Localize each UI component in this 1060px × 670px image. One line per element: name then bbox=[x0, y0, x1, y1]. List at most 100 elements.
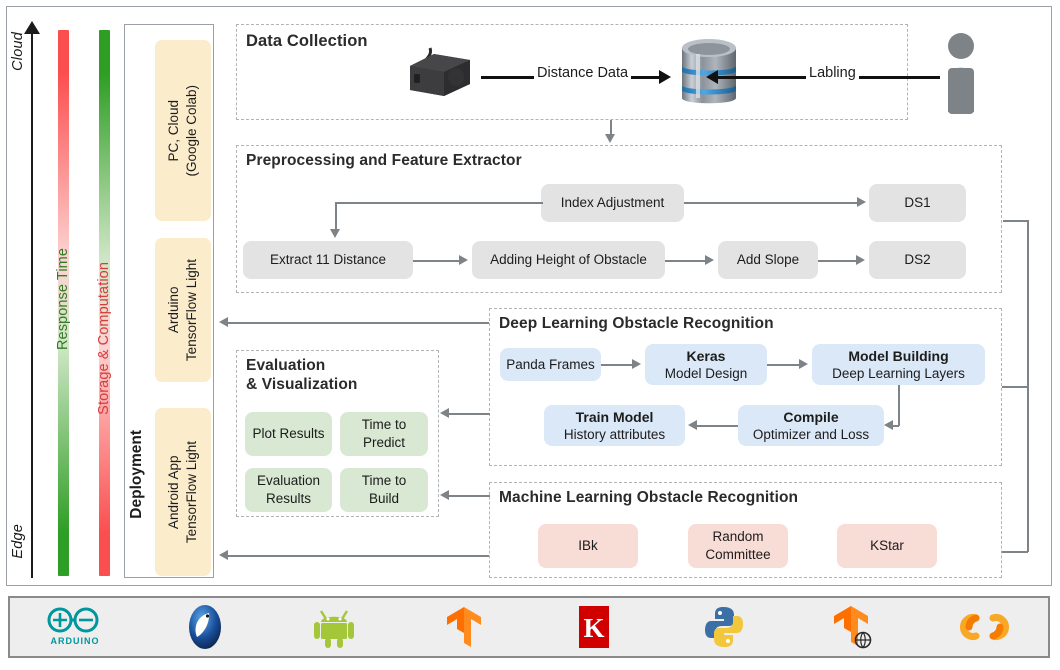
arrow-dl-to-deployment-line bbox=[228, 322, 489, 324]
logo-cell-tensorflow-lite bbox=[789, 598, 919, 656]
storage-computation-label: Storage & Computation bbox=[96, 262, 112, 415]
logo-cell-weka bbox=[140, 598, 270, 656]
deployment-box-android-app[interactable]: Android App TensorFlow Light bbox=[155, 408, 211, 576]
node-ibk[interactable]: IBk bbox=[538, 524, 638, 568]
response-time-label: Response Time bbox=[55, 248, 71, 351]
arrow-slope-to-ds2-head-icon bbox=[856, 255, 865, 265]
node-label: Panda Frames bbox=[506, 356, 595, 372]
node-subtitle: Optimizer and Loss bbox=[752, 426, 870, 442]
arrow-keras-to-model-head-icon bbox=[799, 359, 808, 369]
arrow-height-to-slope-line bbox=[665, 260, 707, 262]
node-add-slope[interactable]: Add Slope bbox=[718, 241, 818, 279]
node-label: Random Committee bbox=[705, 529, 771, 562]
node-train-model[interactable]: Train Model History attributes bbox=[544, 405, 685, 446]
node-extract-11-distance[interactable]: Extract 11 Distance bbox=[243, 241, 413, 279]
arrow-index-to-ds1-line bbox=[684, 202, 859, 204]
node-label: DS1 bbox=[904, 195, 931, 211]
node-label: Extract 11 Distance bbox=[269, 252, 387, 268]
keras-logo-icon: K bbox=[578, 606, 609, 648]
axis-label-edge: Edge bbox=[10, 524, 26, 559]
arrow-data-to-pre-head-icon bbox=[605, 134, 615, 143]
arrow-dl-to-eval-line bbox=[448, 413, 490, 415]
node-label: Index Adjustment bbox=[560, 195, 665, 211]
arrow-ml-to-deployment-head-icon bbox=[219, 550, 228, 560]
arrow-height-to-slope-head-icon bbox=[705, 255, 714, 265]
node-label: DS2 bbox=[904, 252, 931, 268]
arrow-compile-to-train-line bbox=[696, 425, 738, 427]
distance-sensor-icon bbox=[410, 47, 470, 96]
node-plot-results[interactable]: Plot Results bbox=[245, 412, 332, 456]
arrow-model-to-compile-v-line bbox=[898, 385, 900, 426]
bus-branch-ml-line bbox=[998, 551, 1028, 553]
node-label: Time to Predict bbox=[361, 417, 407, 450]
node-panda-frames[interactable]: Panda Frames bbox=[500, 348, 601, 381]
bus-top-line bbox=[1003, 220, 1029, 222]
arrow-extract-to-height-line bbox=[413, 260, 461, 262]
arrow-panda-to-keras-line bbox=[601, 364, 634, 366]
tensorflow-lite-logo-icon bbox=[834, 606, 872, 649]
logo-cell-keras: K bbox=[529, 598, 659, 656]
node-label: Time to Build bbox=[361, 473, 407, 506]
node-label: Evaluation Results bbox=[256, 473, 321, 506]
logo-cell-python bbox=[659, 598, 789, 656]
node-subtitle: Model Design bbox=[664, 365, 748, 381]
arduino-logo-icon: ARDUINO bbox=[47, 607, 99, 646]
tensorflow-logo-icon bbox=[447, 607, 482, 647]
deployment-box-label: PC, Cloud (Google Colab) bbox=[165, 84, 199, 177]
arrow-model-to-compile-h-line bbox=[892, 425, 899, 427]
arrow-keras-to-model-line bbox=[767, 364, 801, 366]
node-title: Keras bbox=[686, 347, 726, 364]
arrow-ml-to-eval-head-icon bbox=[440, 490, 449, 500]
svg-text:K: K bbox=[583, 613, 604, 643]
arrow-label-labling: Labling bbox=[806, 65, 859, 81]
node-label: Adding Height of Obstacle bbox=[490, 252, 647, 268]
node-time-to-build[interactable]: Time to Build bbox=[340, 468, 428, 512]
node-subtitle: History attributes bbox=[563, 426, 666, 442]
section-title-deep-learning: Deep Learning Obstacle Recognition bbox=[499, 315, 774, 332]
weka-logo-icon bbox=[188, 605, 221, 649]
arrow-label-distance-data: Distance Data bbox=[534, 65, 632, 81]
node-compile[interactable]: Compile Optimizer and Loss bbox=[738, 405, 884, 446]
deployment-box-pc-cloud[interactable]: PC, Cloud (Google Colab) bbox=[155, 40, 211, 221]
node-title: Compile bbox=[783, 408, 839, 425]
node-label: KStar bbox=[870, 538, 904, 554]
arrow-index-branch-head-icon bbox=[330, 229, 340, 238]
node-time-to-predict[interactable]: Time to Predict bbox=[340, 412, 428, 456]
section-title-evaluation: Evaluation & Visualization bbox=[246, 357, 358, 394]
deployment-title: Deployment bbox=[128, 430, 145, 519]
node-ds1[interactable]: DS1 bbox=[869, 184, 966, 222]
node-adding-height-of-obstacle[interactable]: Adding Height of Obstacle bbox=[472, 241, 665, 279]
node-kstar[interactable]: KStar bbox=[837, 524, 937, 568]
technology-logo-bar: ARDUINO K bbox=[8, 596, 1050, 658]
node-index-adjustment[interactable]: Index Adjustment bbox=[541, 184, 684, 222]
arrow-dl-to-eval-head-icon bbox=[440, 408, 449, 418]
node-label: Plot Results bbox=[252, 426, 325, 442]
node-label: IBk bbox=[578, 538, 598, 554]
arrow-index-branch-v-line bbox=[335, 202, 337, 230]
node-keras[interactable]: Keras Model Design bbox=[645, 344, 767, 385]
node-random-committee[interactable]: Random Committee bbox=[688, 524, 788, 568]
arrow-ml-to-eval-line bbox=[448, 495, 490, 497]
node-model-building[interactable]: Model Building Deep Learning Layers bbox=[812, 344, 985, 385]
arrow-index-to-ds1-head-icon bbox=[857, 197, 866, 207]
node-evaluation-results[interactable]: Evaluation Results bbox=[245, 468, 332, 512]
diagram-root: Cloud Edge Response Time Storage & Compu… bbox=[0, 0, 1060, 670]
deployment-box-label: Android App TensorFlow Light bbox=[165, 440, 199, 544]
arrow-person-to-db-head-icon bbox=[706, 70, 718, 84]
node-subtitle: Deep Learning Layers bbox=[832, 365, 965, 381]
node-ds2[interactable]: DS2 bbox=[869, 241, 966, 279]
section-title-data-collection: Data Collection bbox=[246, 32, 368, 50]
node-title: Model Building bbox=[848, 347, 949, 364]
section-title-preprocessing: Preprocessing and Feature Extractor bbox=[246, 152, 522, 169]
deployment-box-label: Arduino TensorFlow Light bbox=[165, 258, 199, 362]
arrow-compile-to-train-head-icon bbox=[688, 420, 697, 430]
arrow-index-branch-h-line bbox=[335, 202, 543, 204]
logo-cell-tensorflow bbox=[399, 598, 529, 656]
node-label: Add Slope bbox=[736, 252, 800, 268]
deployment-box-arduino[interactable]: Arduino TensorFlow Light bbox=[155, 238, 211, 382]
svg-text:ARDUINO: ARDUINO bbox=[50, 636, 99, 646]
node-title: Train Model bbox=[575, 408, 654, 425]
arrow-slope-to-ds2-line bbox=[818, 260, 858, 262]
person-icon bbox=[948, 33, 974, 114]
arrow-dl-to-deployment-head-icon bbox=[219, 317, 228, 327]
